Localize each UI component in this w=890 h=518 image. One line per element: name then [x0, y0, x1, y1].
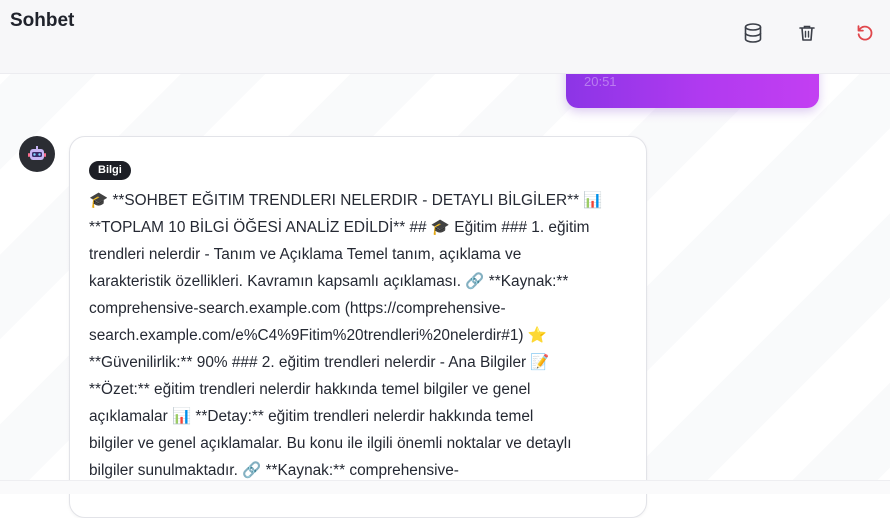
refresh-icon[interactable]: [852, 20, 878, 46]
info-badge: Bilgi: [89, 161, 131, 180]
bot-avatar: [19, 136, 55, 172]
composer-edge: [0, 480, 890, 494]
page-title: Sohbet: [10, 10, 75, 31]
bot-message-text: 🎓 **SOHBET EĞITIM TRENDLERI NELERDIR - D…: [89, 192, 603, 479]
trash-icon[interactable]: [794, 20, 820, 46]
message-time: 20:51: [584, 74, 617, 89]
database-icon[interactable]: [740, 20, 766, 46]
robot-icon: [28, 146, 46, 160]
chat-header: Sohbet: [0, 0, 890, 74]
bot-message-bubble: Bilgi 🎓 **SOHBET EĞITIM TRENDLERI NELERD…: [69, 136, 647, 518]
